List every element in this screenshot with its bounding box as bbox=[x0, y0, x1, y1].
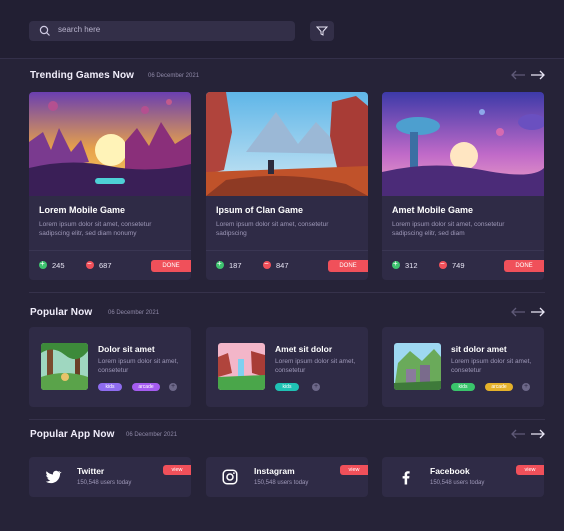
add-icon[interactable]: + bbox=[169, 383, 177, 391]
tag-kids[interactable]: kids bbox=[451, 383, 475, 391]
next-arrow-icon[interactable] bbox=[530, 70, 546, 80]
trending-date: 06 December 2021 bbox=[148, 73, 200, 79]
section-divider bbox=[29, 419, 545, 420]
downvote-icon[interactable] bbox=[439, 259, 447, 269]
game-description: Lorem ipsum dolor sit amet, consetetur bbox=[451, 358, 532, 374]
downvote-count: 749 bbox=[452, 261, 465, 270]
game-description: Lorem ipsum dolor sit amet, consetetur s… bbox=[39, 221, 152, 237]
prev-arrow-icon[interactable] bbox=[510, 307, 526, 317]
card-divider bbox=[382, 250, 544, 251]
app-frame: search here Trending Games Now 06 Decemb… bbox=[0, 0, 564, 531]
app-card[interactable]: Facebook 150,548 users today view bbox=[382, 457, 544, 497]
next-arrow-icon[interactable] bbox=[530, 307, 546, 317]
game-title: Lorem Mobile Game bbox=[39, 205, 126, 215]
popular-card[interactable]: Amet sit dolor Lorem ipsum dolor sit ame… bbox=[206, 327, 368, 407]
upvote-icon[interactable] bbox=[216, 259, 224, 269]
upvote-icon[interactable] bbox=[392, 259, 400, 269]
prev-arrow-icon[interactable] bbox=[510, 429, 526, 439]
view-button[interactable]: view bbox=[340, 465, 368, 475]
app-users: 150,548 users today bbox=[430, 480, 485, 486]
app-name: Twitter bbox=[77, 466, 105, 476]
done-badge[interactable]: DONE bbox=[151, 260, 191, 272]
upvote-count: 312 bbox=[405, 261, 418, 270]
game-card[interactable]: Amet Mobile Game Lorem ipsum dolor sit a… bbox=[382, 92, 544, 280]
downvote-icon[interactable] bbox=[263, 259, 271, 269]
upvote-count: 187 bbox=[229, 261, 242, 270]
popular-date: 06 December 2021 bbox=[108, 310, 160, 316]
game-thumbnail bbox=[394, 343, 441, 390]
tag-arcade[interactable]: arcade bbox=[132, 383, 160, 391]
tag-kids[interactable]: kids bbox=[275, 383, 299, 391]
apps-date: 06 December 2021 bbox=[126, 432, 178, 438]
trending-title: Trending Games Now bbox=[30, 70, 135, 81]
upvote-icon[interactable] bbox=[39, 259, 47, 269]
app-users: 150,548 users today bbox=[77, 480, 132, 486]
search-input[interactable]: search here bbox=[29, 21, 295, 41]
app-name: Instagram bbox=[254, 466, 295, 476]
app-users: 150,548 users today bbox=[254, 480, 309, 486]
search-icon bbox=[39, 25, 50, 36]
game-artwork bbox=[206, 92, 368, 196]
downvote-count: 847 bbox=[276, 261, 289, 270]
game-description: Lorem ipsum dolor sit amet, consetetur bbox=[98, 358, 179, 374]
downvote-icon[interactable] bbox=[86, 259, 94, 269]
tag-arcade[interactable]: arcade bbox=[485, 383, 513, 391]
app-name: Facebook bbox=[430, 466, 470, 476]
prev-arrow-icon[interactable] bbox=[510, 70, 526, 80]
instagram-icon bbox=[222, 469, 238, 485]
search-placeholder: search here bbox=[58, 25, 101, 34]
downvote-count: 687 bbox=[99, 261, 112, 270]
tag-kids[interactable]: kids bbox=[98, 383, 122, 391]
card-divider bbox=[29, 250, 191, 251]
view-button[interactable]: view bbox=[516, 465, 544, 475]
game-description: Lorem ipsum dolor sit amet, consetetur s… bbox=[392, 221, 505, 237]
filter-icon bbox=[316, 26, 328, 36]
done-badge[interactable]: DONE bbox=[504, 260, 544, 272]
game-title: Dolor sit amet bbox=[98, 344, 155, 354]
filter-button[interactable] bbox=[310, 21, 334, 41]
game-title: Ipsum of Clan Game bbox=[216, 205, 304, 215]
game-thumbnail bbox=[41, 343, 88, 390]
upvote-count: 245 bbox=[52, 261, 65, 270]
game-card[interactable]: Lorem Mobile Game Lorem ipsum dolor sit … bbox=[29, 92, 191, 280]
game-title: Amet Mobile Game bbox=[392, 205, 474, 215]
game-thumbnail bbox=[218, 343, 265, 390]
section-divider bbox=[29, 292, 545, 293]
game-title: Amet sit dolor bbox=[275, 344, 333, 354]
app-card[interactable]: Twitter 150,548 users today view bbox=[29, 457, 191, 497]
add-icon[interactable]: + bbox=[312, 383, 320, 391]
game-description: Lorem ipsum dolor sit amet, consetetur bbox=[275, 358, 356, 374]
apps-title: Popular App Now bbox=[30, 429, 115, 440]
top-bar: search here bbox=[0, 0, 564, 59]
twitter-icon bbox=[45, 470, 62, 484]
next-arrow-icon[interactable] bbox=[530, 429, 546, 439]
game-card[interactable]: Ipsum of Clan Game Lorem ipsum dolor sit… bbox=[206, 92, 368, 280]
card-divider bbox=[206, 250, 368, 251]
add-icon[interactable]: + bbox=[522, 383, 530, 391]
game-description: Lorem ipsum dolor sit amet, consetetur s… bbox=[216, 221, 329, 237]
facebook-icon bbox=[402, 471, 410, 485]
game-artwork bbox=[29, 92, 191, 196]
done-badge[interactable]: DONE bbox=[328, 260, 368, 272]
app-card[interactable]: Instagram 150,548 users today view bbox=[206, 457, 368, 497]
game-artwork bbox=[382, 92, 544, 196]
game-title: sit dolor amet bbox=[451, 344, 507, 354]
popular-title: Popular Now bbox=[30, 307, 93, 318]
view-button[interactable]: view bbox=[163, 465, 191, 475]
popular-card[interactable]: Dolor sit amet Lorem ipsum dolor sit ame… bbox=[29, 327, 191, 407]
popular-card[interactable]: sit dolor amet Lorem ipsum dolor sit ame… bbox=[382, 327, 544, 407]
